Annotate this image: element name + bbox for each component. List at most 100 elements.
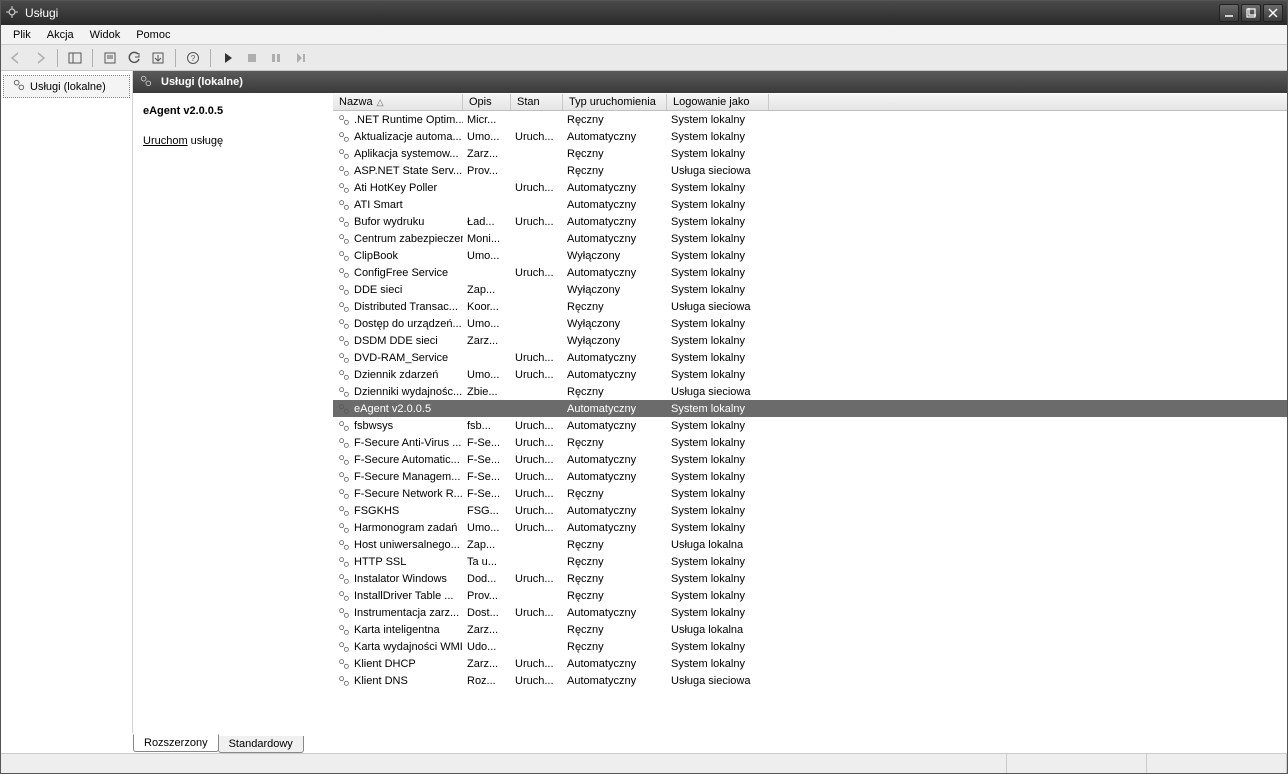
services-node-icon xyxy=(12,78,26,95)
service-row[interactable]: Bufor wydrukuŁad...Uruch...AutomatycznyS… xyxy=(333,213,1287,230)
cell-status: Uruch... xyxy=(511,420,563,432)
cell-status: Uruch... xyxy=(511,607,563,619)
pause-service-button[interactable] xyxy=(265,47,287,69)
service-row[interactable]: ASP.NET State Serv...Prov...RęcznyUsługa… xyxy=(333,162,1287,179)
service-row[interactable]: Centrum zabezpieczeńMoni...AutomatycznyS… xyxy=(333,230,1287,247)
service-row[interactable]: Harmonogram zadańUmo...Uruch...Automatyc… xyxy=(333,519,1287,536)
services-window: Usługi Plik Akcja Widok Pomoc ? xyxy=(0,0,1288,774)
cell-name: F-Secure Anti-Virus ... xyxy=(333,436,463,450)
cell-startup: Wyłączony xyxy=(563,284,667,296)
service-name: ConfigFree Service xyxy=(354,267,448,279)
service-icon xyxy=(337,674,351,688)
menu-widok[interactable]: Widok xyxy=(82,27,129,43)
export-list-button[interactable] xyxy=(147,47,169,69)
cell-startup: Automatyczny xyxy=(563,267,667,279)
properties-button[interactable] xyxy=(99,47,121,69)
service-row[interactable]: HTTP SSLTa u...RęcznySystem lokalny xyxy=(333,553,1287,570)
toolbar-separator xyxy=(175,49,176,67)
statusbar xyxy=(1,753,1287,773)
service-row[interactable]: eAgent v2.0.0.5AutomatycznySystem lokaln… xyxy=(333,400,1287,417)
service-name: DDE sieci xyxy=(354,284,402,296)
service-row[interactable]: Aplikacja systemow...Zarz...RęcznySystem… xyxy=(333,145,1287,162)
cell-name: Aktualizacje automa... xyxy=(333,130,463,144)
cell-startup: Automatyczny xyxy=(563,607,667,619)
cell-logon: System lokalny xyxy=(667,488,769,500)
service-row[interactable]: ConfigFree ServiceUruch...AutomatycznySy… xyxy=(333,264,1287,281)
list-rows[interactable]: .NET Runtime Optim...Micr...RęcznySystem… xyxy=(333,111,1287,733)
close-button[interactable] xyxy=(1263,4,1283,22)
refresh-button[interactable] xyxy=(123,47,145,69)
service-row[interactable]: Klient DHCPZarz...Uruch...AutomatycznySy… xyxy=(333,655,1287,672)
cell-logon: System lokalny xyxy=(667,148,769,160)
cell-desc: Umo... xyxy=(463,131,511,143)
service-name: InstallDriver Table ... xyxy=(354,590,453,602)
cell-name: Dostęp do urządzeń... xyxy=(333,317,463,331)
cell-logon: Usługa lokalna xyxy=(667,539,769,551)
start-service-button[interactable] xyxy=(217,47,239,69)
menu-akcja[interactable]: Akcja xyxy=(39,27,82,43)
service-row[interactable]: Instrumentacja zarz...Dost...Uruch...Aut… xyxy=(333,604,1287,621)
service-row[interactable]: DSDM DDE sieciZarz...WyłączonySystem lok… xyxy=(333,332,1287,349)
col-logon[interactable]: Logowanie jako xyxy=(667,94,769,110)
col-desc[interactable]: Opis xyxy=(463,94,511,110)
tab-standard[interactable]: Standardowy xyxy=(218,736,304,753)
cell-status: Uruch... xyxy=(511,216,563,228)
service-row[interactable]: FSGKHSFSG...Uruch...AutomatycznySystem l… xyxy=(333,502,1287,519)
service-row[interactable]: DVD-RAM_ServiceUruch...AutomatycznySyste… xyxy=(333,349,1287,366)
show-hide-tree-button[interactable] xyxy=(64,47,86,69)
cell-name: Dziennik zdarzeń xyxy=(333,368,463,382)
cell-status: Uruch... xyxy=(511,352,563,364)
selected-service-name: eAgent v2.0.0.5 xyxy=(143,105,323,117)
service-row[interactable]: InstallDriver Table ...Prov...RęcznySyst… xyxy=(333,587,1287,604)
service-row[interactable]: Karta wydajności WMIUdo...RęcznySystem l… xyxy=(333,638,1287,655)
service-row[interactable]: Klient DNSRoz...Uruch...AutomatycznyUsłu… xyxy=(333,672,1287,689)
menu-plik[interactable]: Plik xyxy=(5,27,39,43)
service-row[interactable]: Ati HotKey PollerUruch...AutomatycznySys… xyxy=(333,179,1287,196)
cell-name: DSDM DDE sieci xyxy=(333,334,463,348)
service-row[interactable]: F-Secure Managem...F-Se...Uruch...Automa… xyxy=(333,468,1287,485)
service-row[interactable]: fsbwsysfsb...Uruch...AutomatycznySystem … xyxy=(333,417,1287,434)
cell-name: ATI Smart xyxy=(333,198,463,212)
service-row[interactable]: Instalator WindowsDod...Uruch...RęcznySy… xyxy=(333,570,1287,587)
tab-extended[interactable]: Rozszerzony xyxy=(133,734,219,752)
service-row[interactable]: Dzienniki wydajnośc...Zbie...RęcznyUsług… xyxy=(333,383,1287,400)
cell-name: Bufor wydruku xyxy=(333,215,463,229)
start-service-link[interactable]: Uruchom xyxy=(143,135,188,147)
service-row[interactable]: Karta inteligentnaZarz...RęcznyUsługa lo… xyxy=(333,621,1287,638)
restart-service-button[interactable] xyxy=(289,47,311,69)
cell-name: DVD-RAM_Service xyxy=(333,351,463,365)
svg-text:?: ? xyxy=(191,54,196,63)
service-row[interactable]: Dostęp do urządzeń...Umo...WyłączonySyst… xyxy=(333,315,1287,332)
service-row[interactable]: ClipBookUmo...WyłączonySystem lokalny xyxy=(333,247,1287,264)
service-row[interactable]: F-Secure Automatic...F-Se...Uruch...Auto… xyxy=(333,451,1287,468)
maximize-button[interactable] xyxy=(1241,4,1261,22)
service-row[interactable]: DDE sieciZap...WyłączonySystem lokalny xyxy=(333,281,1287,298)
service-name: Centrum zabezpieczeń xyxy=(354,233,463,245)
service-icon xyxy=(337,606,351,620)
cell-name: .NET Runtime Optim... xyxy=(333,113,463,127)
help-button[interactable]: ? xyxy=(182,47,204,69)
service-icon xyxy=(337,572,351,586)
menu-pomoc[interactable]: Pomoc xyxy=(128,27,178,43)
forward-button[interactable] xyxy=(29,47,51,69)
cell-status: Uruch... xyxy=(511,675,563,687)
service-row[interactable]: Distributed Transac...Koor...RęcznyUsług… xyxy=(333,298,1287,315)
service-row[interactable]: Aktualizacje automa...Umo...Uruch...Auto… xyxy=(333,128,1287,145)
back-button[interactable] xyxy=(5,47,27,69)
service-row[interactable]: F-Secure Anti-Virus ...F-Se...Uruch...Rę… xyxy=(333,434,1287,451)
stop-service-button[interactable] xyxy=(241,47,263,69)
statusbar-cell-2 xyxy=(1147,754,1287,773)
service-name: Distributed Transac... xyxy=(354,301,458,313)
service-row[interactable]: F-Secure Network R...F-Se...Uruch...Ręcz… xyxy=(333,485,1287,502)
service-row[interactable]: Dziennik zdarzeńUmo...Uruch...Automatycz… xyxy=(333,366,1287,383)
tree-root-item[interactable]: Usługi (lokalne) xyxy=(3,75,130,98)
service-row[interactable]: ATI SmartAutomatycznySystem lokalny xyxy=(333,196,1287,213)
service-row[interactable]: Host uniwersalnego...Zap...RęcznyUsługa … xyxy=(333,536,1287,553)
service-row[interactable]: .NET Runtime Optim...Micr...RęcznySystem… xyxy=(333,111,1287,128)
col-startup[interactable]: Typ uruchomienia xyxy=(563,94,667,110)
col-status[interactable]: Stan xyxy=(511,94,563,110)
cell-name: Harmonogram zadań xyxy=(333,521,463,535)
col-name[interactable]: Nazwa △ xyxy=(333,94,463,110)
minimize-button[interactable] xyxy=(1219,4,1239,22)
cell-logon: System lokalny xyxy=(667,607,769,619)
